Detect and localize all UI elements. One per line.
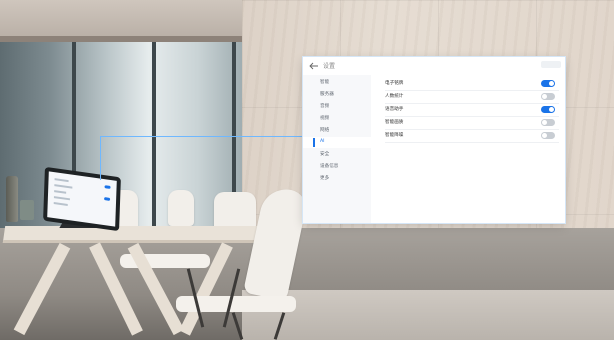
setting-row: 智能降噪 [385, 129, 559, 143]
window-title: 设置 [323, 63, 336, 70]
tablet-toggle [104, 185, 111, 189]
setting-label: 智能画质 [385, 120, 404, 125]
meeting-table [2, 226, 270, 243]
sidebar-item-video[interactable]: 视频 [303, 113, 371, 124]
floor-right [242, 290, 614, 340]
tablet-text-line [53, 196, 70, 201]
toggle-switch[interactable] [541, 132, 555, 139]
setting-row: 语音助手 [385, 103, 559, 117]
sidebar-item-security[interactable]: 安全 [303, 149, 371, 160]
chair [168, 190, 194, 226]
sidebar-item-ai[interactable]: AI [303, 137, 371, 148]
sidebar-item-label: AI [320, 139, 325, 144]
settings-sidebar: 智能 服务器 音频 视频 网络 AI 安全 设备信息 更多 [303, 75, 371, 223]
sidebar-item-label: 智能 [320, 80, 330, 85]
window-controls[interactable] [541, 61, 561, 68]
toggle-switch[interactable] [541, 106, 555, 113]
sidebar-item-label: 网络 [320, 128, 330, 133]
sidebar-item-label: 更多 [320, 176, 330, 181]
sidebar-item-network[interactable]: 网络 [303, 125, 371, 136]
toggle-switch[interactable] [541, 119, 555, 126]
tablet-screen [47, 171, 117, 227]
sidebar-item-more[interactable]: 更多 [303, 173, 371, 184]
sidebar-item-label: 安全 [320, 152, 330, 157]
setting-label: 智能降噪 [385, 133, 404, 138]
bottle [6, 176, 18, 222]
toggle-switch[interactable] [541, 93, 555, 100]
settings-panel: 电子铭牌 人数统计 语音助手 智能画质 智能降噪 [371, 75, 565, 223]
setting-row: 智能画质 [385, 116, 559, 130]
settings-window: 设置 智能 服务器 音频 视频 网络 AI 安全 设备信息 更多 电子铭牌 人数… [303, 57, 565, 223]
tablet-toggle [104, 197, 111, 201]
setting-label: 语音助手 [385, 107, 404, 112]
tablet-text-line [54, 190, 67, 194]
sidebar-item-device-info[interactable]: 设备信息 [303, 161, 371, 172]
sidebar-item-label: 视频 [320, 116, 330, 121]
setting-row: 电子铭牌 [385, 77, 559, 91]
callout-line [100, 136, 306, 137]
tablet-device [43, 166, 121, 232]
sidebar-item-label: 音频 [320, 104, 330, 109]
tablet-text-line [54, 184, 73, 189]
window-mullion [152, 40, 156, 230]
sidebar-item-server[interactable]: 服务器 [303, 89, 371, 100]
setting-label: 电子铭牌 [385, 81, 404, 86]
sidebar-item-label: 服务器 [320, 92, 334, 97]
sidebar-item-smart[interactable]: 智能 [303, 77, 371, 88]
toggle-switch[interactable] [541, 80, 555, 87]
tablet-text-line [53, 202, 68, 207]
sidebar-item-label: 设备信息 [320, 164, 339, 169]
cup [20, 200, 34, 220]
setting-row: 人数统计 [385, 90, 559, 104]
ceiling [0, 0, 250, 42]
setting-label: 人数统计 [385, 94, 404, 99]
callout-line [100, 136, 101, 180]
back-arrow-icon[interactable] [308, 60, 320, 72]
window-header: 设置 [303, 57, 565, 75]
tablet-text-line [54, 178, 69, 183]
sidebar-item-audio[interactable]: 音频 [303, 101, 371, 112]
